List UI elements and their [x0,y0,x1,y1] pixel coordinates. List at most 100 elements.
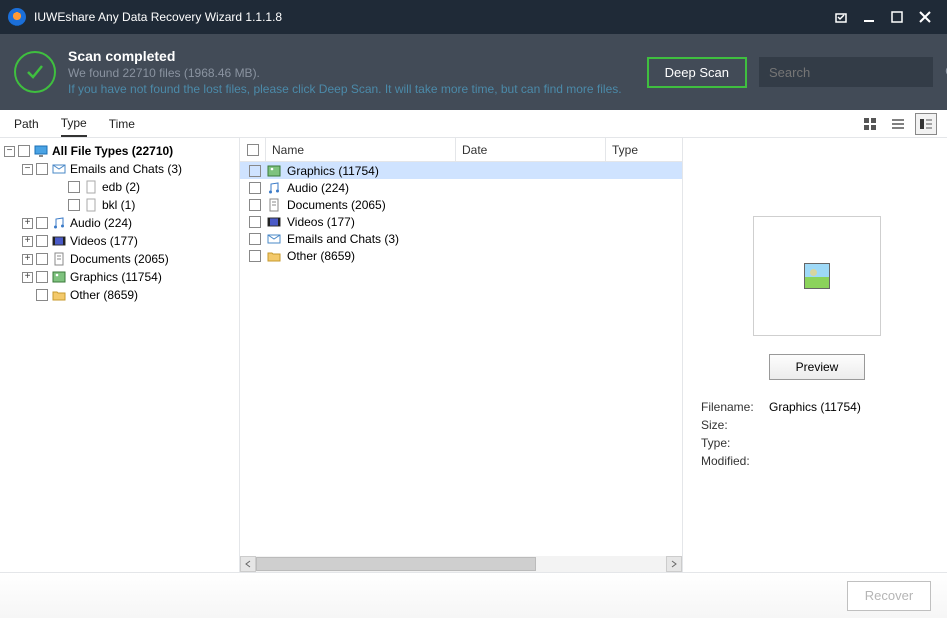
image-placeholder-icon [804,263,830,289]
tree-root-label[interactable]: All File Types (22710) [52,144,173,158]
filename-label: Filename: [701,400,769,418]
folder-icon [267,249,281,263]
row-checkbox[interactable] [249,233,261,245]
row-name: Other (8659) [287,249,355,263]
header-band: Scan completed We found 22710 files (196… [0,34,947,110]
scroll-left-icon[interactable] [240,556,256,572]
video-icon [267,215,281,229]
tree-item-label[interactable]: Other (8659) [70,288,138,302]
tab-type[interactable]: Type [61,111,87,137]
list-item[interactable]: Documents (2065) [240,196,682,213]
tree-checkbox[interactable] [68,181,80,193]
file-icon [84,198,98,212]
tree-item-label[interactable]: Emails and Chats (3) [70,162,182,176]
expander[interactable]: − [22,164,33,175]
scan-status-title: Scan completed [68,48,635,64]
deep-scan-button[interactable]: Deep Scan [647,57,747,88]
scroll-right-icon[interactable] [666,556,682,572]
search-input[interactable] [769,65,945,80]
column-header-row: Name Date Type [240,138,682,162]
list-item[interactable]: Graphics (11754) [240,162,682,179]
list-item[interactable]: Audio (224) [240,179,682,196]
scroll-thumb[interactable] [256,557,536,571]
expander[interactable]: + [22,236,33,247]
document-icon [52,252,66,266]
list-item[interactable]: Videos (177) [240,213,682,230]
file-rows: Graphics (11754) Audio (224) Documents (… [240,162,682,556]
tree-checkbox[interactable] [18,145,30,157]
view-list-icon[interactable] [887,113,909,135]
row-name: Documents (2065) [287,198,386,212]
minimize-button[interactable] [855,3,883,31]
tree-item-label[interactable]: Audio (224) [70,216,132,230]
document-icon [267,198,281,212]
tree-item-label[interactable]: Videos (177) [70,234,138,248]
music-icon [52,216,66,230]
footer: Recover [0,572,947,618]
tree-checkbox[interactable] [36,235,48,247]
file-icon [84,180,98,194]
search-box[interactable] [759,57,933,87]
tree-panel: − All File Types (22710) − Emails and Ch… [0,138,240,572]
expander[interactable]: + [22,254,33,265]
header-checkbox[interactable] [247,144,259,156]
view-details-icon[interactable] [915,113,937,135]
preview-thumbnail [753,216,881,336]
horizontal-scrollbar[interactable] [240,556,682,572]
tree-item-label[interactable]: Documents (2065) [70,252,169,266]
column-header-date[interactable]: Date [456,138,606,161]
row-name: Graphics (11754) [287,164,379,178]
music-icon [267,181,281,195]
scan-summary: We found 22710 files (1968.46 MB). [68,66,635,80]
tree-checkbox[interactable] [36,289,48,301]
tab-time[interactable]: Time [109,112,135,136]
column-header-checkbox[interactable] [240,138,266,161]
checkbox-unknown-control[interactable] [827,3,855,31]
row-checkbox[interactable] [249,199,261,211]
expander[interactable]: + [22,272,33,283]
tree-item-label[interactable]: bkl (1) [102,198,135,212]
maximize-button[interactable] [883,3,911,31]
row-name: Emails and Chats (3) [287,232,399,246]
envelope-icon [267,232,281,246]
folder-icon [52,288,66,302]
tree-checkbox[interactable] [36,271,48,283]
envelope-icon [52,162,66,176]
row-checkbox[interactable] [249,165,261,177]
tree-checkbox[interactable] [36,217,48,229]
tree-checkbox[interactable] [36,253,48,265]
preview-button[interactable]: Preview [769,354,865,380]
tree-item-label[interactable]: edb (2) [102,180,140,194]
row-checkbox[interactable] [249,182,261,194]
tree-checkbox[interactable] [36,163,48,175]
preview-meta: Filename:Graphics (11754) Size: Type: Mo… [701,400,933,472]
monitor-icon [34,144,48,158]
titlebar: IUWEshare Any Data Recovery Wizard 1.1.1… [0,0,947,34]
type-label: Type: [701,436,769,454]
scan-hint: If you have not found the lost files, pl… [68,82,635,96]
tree-checkbox[interactable] [68,199,80,211]
column-header-name[interactable]: Name [266,138,456,161]
image-icon [52,270,66,284]
row-checkbox[interactable] [249,250,261,262]
recover-button[interactable]: Recover [847,581,931,611]
row-name: Videos (177) [287,215,355,229]
column-header-type[interactable]: Type [606,138,682,161]
tree-item-label[interactable]: Graphics (11754) [70,270,162,284]
expander[interactable]: − [4,146,15,157]
video-icon [52,234,66,248]
close-button[interactable] [911,3,939,31]
expander[interactable]: + [22,218,33,229]
app-logo [8,8,26,26]
scroll-track[interactable] [256,556,666,572]
window-title: IUWEshare Any Data Recovery Wizard 1.1.1… [34,10,827,24]
view-grid-large-icon[interactable] [859,113,881,135]
list-item[interactable]: Other (8659) [240,247,682,264]
list-item[interactable]: Emails and Chats (3) [240,230,682,247]
row-checkbox[interactable] [249,216,261,228]
checkmark-icon [14,51,56,93]
view-tabs: Path Type Time [0,110,947,138]
preview-panel: Preview Filename:Graphics (11754) Size: … [683,138,947,572]
tab-path[interactable]: Path [14,112,39,136]
image-icon [267,164,281,178]
